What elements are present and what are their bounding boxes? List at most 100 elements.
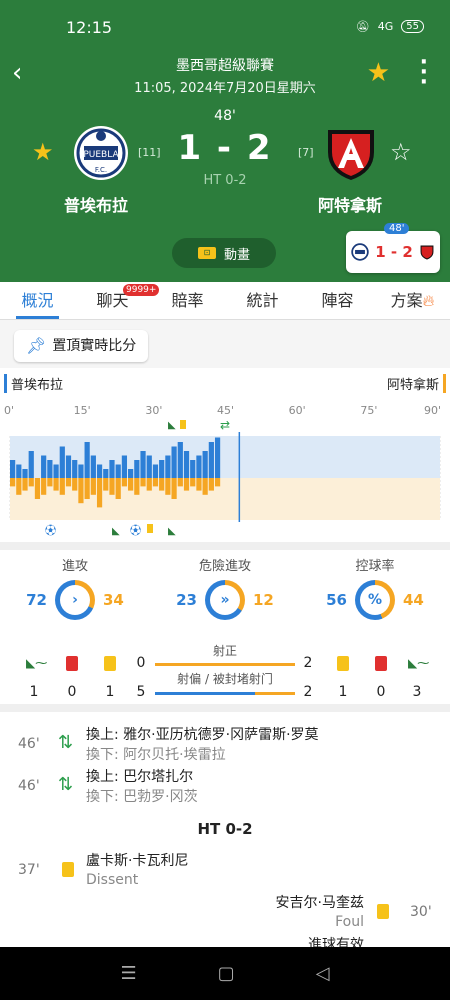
- stat-danger-label: 危險進攻: [198, 559, 251, 574]
- more-options-icon[interactable]: · · ·: [420, 52, 428, 94]
- sub-in-player[interactable]: 換上: 雅尔·亚历杭德罗·冈萨雷斯·罗莫: [86, 724, 319, 744]
- animation-button[interactable]: ⊡ 動畫: [172, 238, 276, 268]
- away-pressure-bar: [59, 478, 65, 495]
- goal-ball-icon: ⚽︎: [45, 523, 56, 537]
- stat-danger: 危險進攻 23 » 12: [155, 555, 295, 620]
- away-team-name[interactable]: 阿特拿斯: [318, 192, 382, 216]
- tab-label: 統計: [246, 291, 279, 310]
- home-pressure-bar: [159, 460, 165, 478]
- away-team-logo[interactable]: [320, 122, 390, 184]
- tab-chat[interactable]: 聊天 9999+: [75, 282, 160, 319]
- home-team-name[interactable]: 普埃布拉: [64, 192, 128, 216]
- battery-icon: 55: [401, 20, 424, 33]
- stat-danger-home: 23: [176, 591, 197, 609]
- home-pressure-bar: [90, 455, 96, 478]
- home-pressure-bar: [28, 451, 34, 478]
- substitution-icon: ⇅: [58, 774, 74, 795]
- sub-in-player[interactable]: 換上: 巴尔塔扎尔: [86, 766, 193, 786]
- home-pressure-bar: [146, 455, 152, 478]
- status-time: 12:15: [66, 18, 113, 37]
- away-pressure-bar: [72, 478, 78, 491]
- home-pressure-bar: [190, 460, 196, 478]
- percent-icon: %: [360, 585, 390, 615]
- home-red-card-icon: [66, 656, 78, 671]
- signal-icon: 4G: [377, 20, 394, 33]
- away-pressure-bar: [214, 478, 221, 487]
- home-icon[interactable]: ▢: [218, 963, 235, 984]
- status-icons: 🔕︎ 4G 55: [356, 20, 424, 33]
- home-pressure-bar: [152, 464, 159, 478]
- tab-label: 陣容: [321, 291, 354, 310]
- event-minute: 30': [410, 904, 432, 920]
- tab-odds[interactable]: 賠率: [150, 282, 225, 319]
- divider: [0, 542, 450, 550]
- home-pressure-bar: [59, 446, 65, 478]
- away-yellow-count: 1: [338, 684, 348, 700]
- home-pressure-bar: [208, 442, 214, 478]
- divider: [0, 704, 450, 712]
- attack-ring: ›: [55, 580, 95, 620]
- away-pressure-bar: [96, 478, 103, 508]
- tick-label: 60': [289, 404, 306, 417]
- back-nav-icon[interactable]: ◁: [316, 963, 330, 984]
- home-pressure-bar: [10, 460, 16, 478]
- away-pressure-bar: [10, 478, 16, 487]
- home-pressure-bar: [140, 451, 146, 478]
- stat-possession-label: 控球率: [355, 559, 395, 574]
- momentum-chart: 0' 15' 30' 45' 60' 75' 90' ◣ ⇄ ⚽︎ ◣ ⚽︎ ◣: [4, 404, 441, 537]
- card-player[interactable]: 盧卡斯·卡瓦利尼: [86, 850, 188, 870]
- shots-on-away: 2: [303, 655, 313, 671]
- away-pressure-bar: [90, 478, 96, 495]
- timeline-home-name: 普埃布拉: [4, 374, 63, 393]
- home-pressure-bar: [53, 464, 59, 478]
- home-corner-icon: ◣⁓: [26, 656, 48, 670]
- away-red-card-icon: [375, 656, 387, 671]
- mini-atlas-crest-icon: [420, 245, 434, 260]
- away-pressure-bar: [177, 478, 183, 487]
- double-chevron-icon: »: [210, 585, 240, 615]
- floating-score-widget[interactable]: 48' 1 - 2: [346, 223, 440, 273]
- tick-label: 75': [360, 404, 377, 417]
- away-pressure-bar: [171, 478, 177, 499]
- pin-live-score-button[interactable]: 📌︎ 置頂實時比分: [14, 330, 149, 362]
- recent-apps-icon[interactable]: ☰: [121, 963, 137, 984]
- tick-label: 15': [74, 404, 91, 417]
- away-pressure-bar: [121, 478, 128, 487]
- corner-flag-icon: ◣: [112, 526, 120, 537]
- atlas-crest-icon: [328, 130, 374, 180]
- away-pressure-bar: [34, 478, 41, 499]
- away-corners-count: 3: [412, 684, 422, 700]
- stat-possession-away: 44: [403, 591, 424, 609]
- tab-overview[interactable]: 概況: [0, 282, 75, 319]
- tab-label: 概況: [21, 291, 54, 310]
- home-pressure-bar: [196, 455, 202, 478]
- tab-stats[interactable]: 統計: [225, 282, 300, 319]
- home-red-count: 0: [67, 684, 77, 700]
- away-favorite-star-icon[interactable]: ☆: [390, 138, 412, 166]
- danger-ring: »: [205, 580, 245, 620]
- tab-lineup[interactable]: 陣容: [300, 282, 375, 319]
- away-pressure-bar: [103, 478, 109, 491]
- stat-danger-away: 12: [253, 591, 274, 609]
- home-pressure-bar: [47, 460, 53, 478]
- stat-attack-away: 34: [103, 591, 124, 609]
- pin-icon: 📌︎: [26, 336, 47, 355]
- tab-plans[interactable]: 方案🔥︎: [375, 282, 450, 319]
- floating-minute: 48': [384, 223, 410, 234]
- sub-out-player[interactable]: 換下: 阿尔贝托·埃雷拉: [86, 744, 226, 764]
- away-pressure-bar: [134, 478, 140, 495]
- sub-out-player[interactable]: 換下: 巴勃罗·冈茨: [86, 786, 198, 806]
- stat-possession: 控球率 56 % 44: [305, 555, 445, 620]
- card-player[interactable]: 安吉尔·马奎兹: [276, 892, 364, 912]
- shots-off-label: 射偏 / 被封堵射门: [177, 672, 273, 686]
- favorite-star-icon[interactable]: ★: [367, 58, 390, 88]
- away-pressure-bar: [159, 478, 165, 491]
- tick-label: 0': [4, 404, 14, 417]
- home-yellow-count: 1: [105, 684, 115, 700]
- animation-label: 動畫: [223, 247, 250, 263]
- tab-label: 方案: [390, 291, 423, 310]
- away-pressure-bar: [196, 478, 202, 491]
- home-yellow-card-icon: [104, 656, 116, 671]
- goal-ball-icon: ⚽︎: [130, 523, 141, 537]
- away-rank: [7]: [298, 146, 314, 159]
